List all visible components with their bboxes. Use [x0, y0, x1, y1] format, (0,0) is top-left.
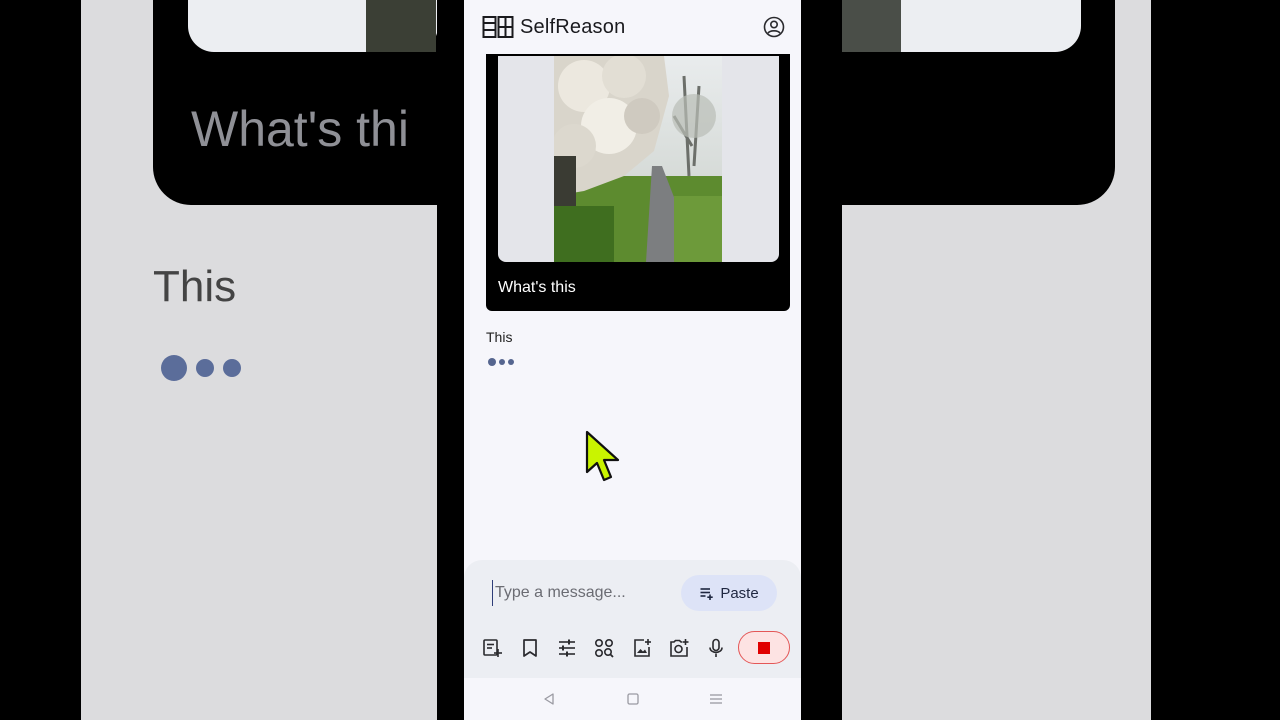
background-photo-strip — [366, 0, 436, 52]
account-icon[interactable] — [763, 16, 785, 38]
message-input[interactable] — [492, 580, 672, 606]
paste-label: Paste — [720, 584, 759, 602]
assistant-message-text: This — [486, 329, 513, 345]
add-image-icon[interactable] — [631, 637, 653, 659]
attached-image-frame[interactable] — [498, 56, 779, 262]
stop-generation-button[interactable] — [738, 631, 790, 664]
paste-button[interactable]: Paste — [681, 575, 777, 611]
background-card-text: What's thi — [191, 101, 409, 157]
image-search-icon[interactable] — [593, 637, 615, 659]
background-response-text: This — [153, 262, 237, 311]
user-message-text: What's this — [498, 279, 576, 296]
background-photo-strip — [841, 0, 901, 52]
message-composer: Paste — [464, 560, 801, 678]
add-photo-icon[interactable] — [668, 637, 690, 659]
typing-indicator — [488, 358, 514, 366]
system-navigation-bar — [464, 678, 801, 720]
menu-icon[interactable] — [707, 690, 725, 708]
background-typing-dots — [161, 355, 241, 381]
mic-icon[interactable] — [705, 637, 727, 659]
phone-screen: SelfReason What's this This Type a messa… — [464, 0, 801, 720]
back-icon[interactable] — [540, 690, 558, 708]
tune-icon[interactable] — [556, 637, 578, 659]
bookmark-icon[interactable] — [519, 637, 541, 659]
stop-icon — [758, 641, 770, 654]
paste-icon — [700, 587, 714, 600]
app-bar: SelfReason — [464, 0, 801, 54]
mouse-cursor-icon — [585, 430, 620, 482]
home-icon[interactable] — [624, 690, 642, 708]
app-title: SelfReason — [520, 15, 626, 38]
new-chat-icon[interactable] — [481, 637, 503, 659]
attached-photo — [554, 56, 722, 262]
composer-toolbar — [478, 631, 790, 665]
user-message-card: What's this — [486, 54, 790, 311]
chat-area: What's this This — [464, 54, 801, 560]
app-logo-icon — [482, 15, 514, 39]
